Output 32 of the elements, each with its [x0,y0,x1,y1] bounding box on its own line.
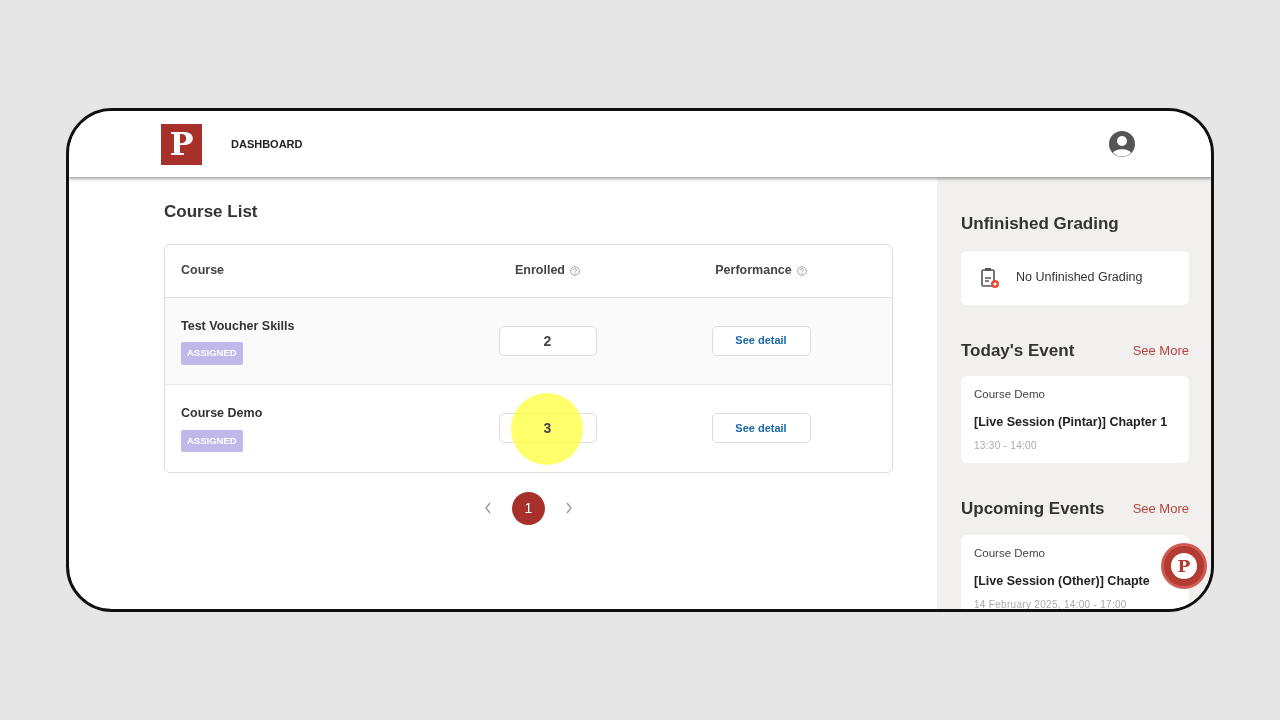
event-title: [Live Session (Pintar)] Chapter 1 [974,414,1168,432]
status-tag: ASSIGNED [181,429,243,452]
section-title: Course List [164,201,259,223]
course-name: Course Demo [181,405,264,422]
status-tag: ASSIGNED [181,342,243,365]
event-time: 13:30 - 14:00 [974,439,1038,454]
avatar-icon[interactable] [1108,130,1136,158]
column-header: Course [181,263,225,278]
chevron-left-icon[interactable] [484,502,492,514]
column-header: Enrolled [515,262,565,280]
course-name: Test Voucher Skills [181,317,296,335]
event-card[interactable]: Course Demo [Live Session (Pintar)] Chapter 1 13:30 - 14:00 [961,376,1189,464]
clipboard-icon [981,266,1000,289]
section-title: Upcoming Events [961,498,1105,521]
event-course: Course Demo [974,387,1046,402]
event-title: [Live Session (Other)] Chapte [974,573,1150,590]
section-title: Unfinished Grading [961,213,1120,235]
see-detail-button[interactable]: See detail [711,413,811,443]
help-icon[interactable] [570,265,580,276]
column-header: Performance [715,262,792,280]
logo[interactable]: P [161,123,202,165]
page-button[interactable]: 1 [512,491,545,525]
chevron-right-icon[interactable] [565,502,573,514]
enrolled-count: 2 [498,325,597,356]
empty-message: No Unfinished Grading [1016,269,1143,287]
see-more-link[interactable]: See More [1132,340,1189,360]
section-title: Today's Event [961,339,1075,362]
help-icon[interactable] [796,265,807,276]
see-detail-button[interactable]: See detail [711,325,811,356]
event-course: Course Demo [974,545,1046,561]
see-more-link[interactable]: See More [1132,499,1189,519]
dashboard-link[interactable]: DASHBOARD [231,135,303,153]
